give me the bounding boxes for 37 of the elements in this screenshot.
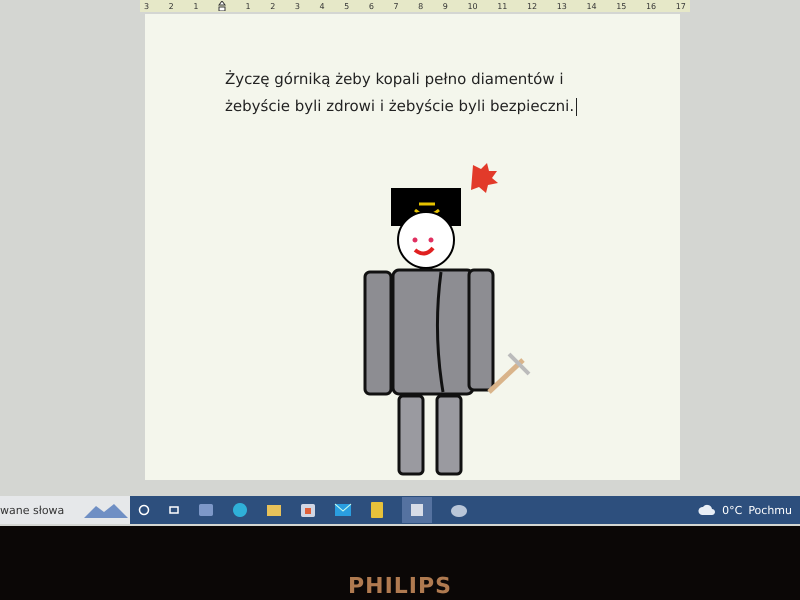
ruler-number: 14 [586,2,597,10]
ruler-number: 6 [368,2,374,10]
text-cursor [576,98,578,116]
ruler-number: 2 [168,2,174,10]
ruler-number: 15 [616,2,626,10]
note-icon[interactable] [370,501,384,519]
ruler-number: 12 [526,2,538,10]
ruler-number: 11 [497,2,508,10]
mountain-icon [84,502,128,518]
ruler-number: 10 [467,2,478,10]
document-text-line: żebyście byli zdrowi i żebyście byli bezpieczni. [225,96,574,117]
grid-icon[interactable] [300,502,316,518]
ruler-number: 16 [646,2,656,10]
brand-text: PHILIPS [348,574,452,600]
globe-icon[interactable] [232,502,248,518]
ruler-number: 4 [320,2,325,10]
ruler-number: 13 [556,2,567,10]
document-text-line: Życzę górniką żeby kopali pełno diamentów i [225,69,565,90]
ruler-number: 2 [270,2,276,10]
circle-icon[interactable] [138,504,150,516]
ruler-number: 1 [246,2,251,10]
ruler-number: 5 [344,2,350,10]
ruler-number: 17 [676,2,686,10]
task-view-icon[interactable] [168,504,180,516]
ruler-number: 9 [442,2,448,10]
ruler-number: 8 [418,2,424,10]
ruler-number: 3 [144,2,150,10]
folder-icon[interactable] [266,502,282,518]
temperature-text: 0°C [722,504,742,516]
search-field[interactable]: wane słowa [0,496,130,524]
ruler-number: 7 [393,2,399,10]
mail-icon[interactable] [334,503,352,517]
weather-text: Pochmu [748,504,792,516]
ruler-number: 1 [193,2,198,10]
indent-marker-icon[interactable] [218,1,226,11]
ruler-number: 3 [294,2,300,10]
cloud-icon [698,504,716,516]
